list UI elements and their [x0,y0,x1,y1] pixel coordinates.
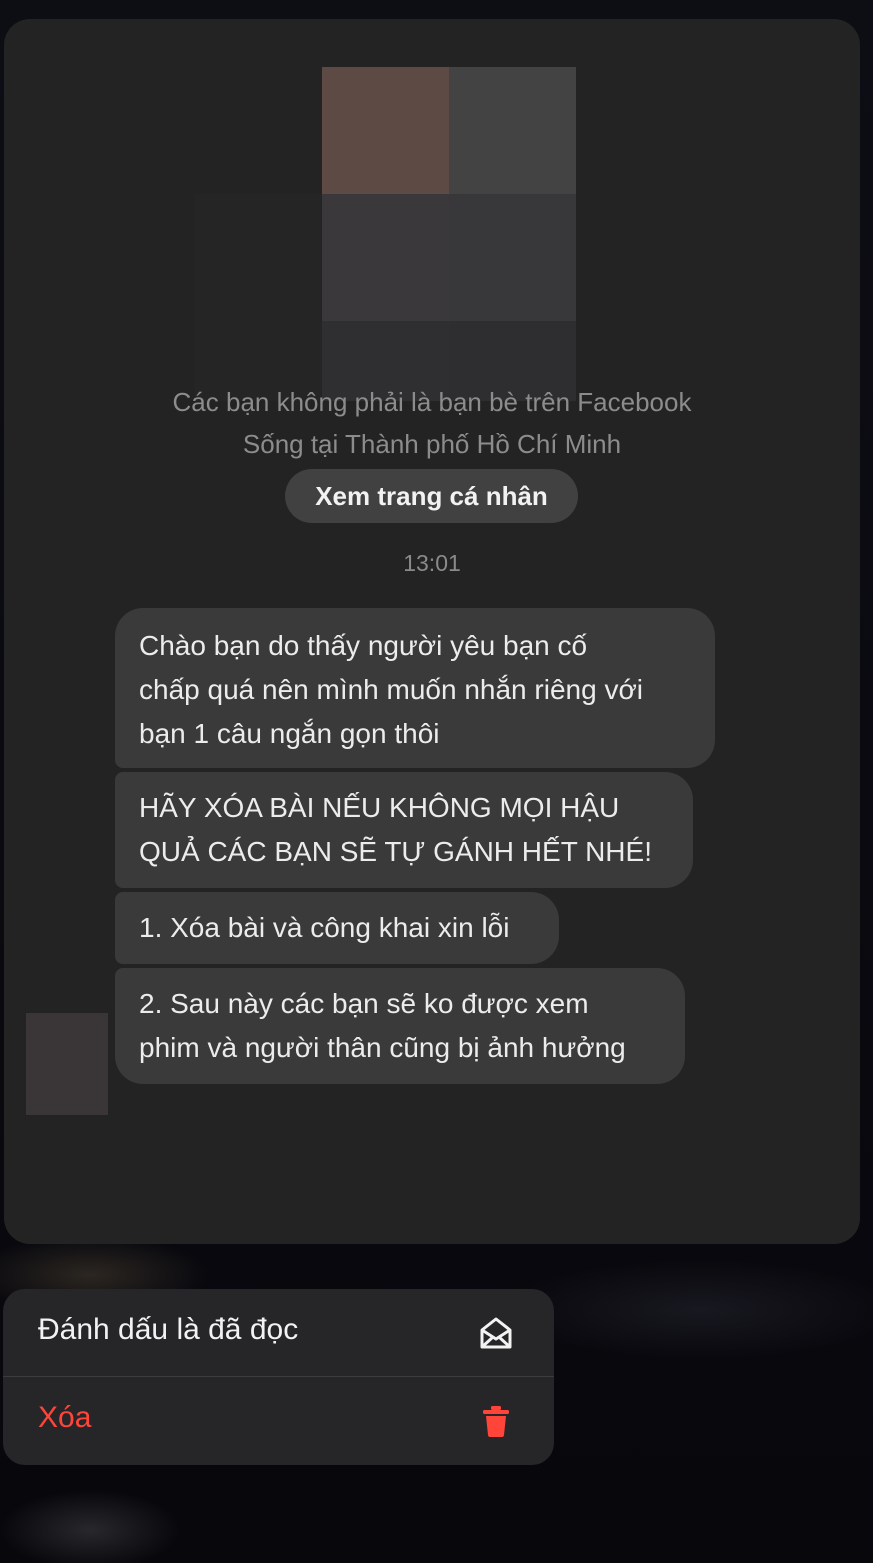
mark-as-read-label: Đánh dấu là đã đọc [38,1313,299,1346]
message-bubble[interactable]: HÃY XÓA BÀI NẾU KHÔNG MỌI HẬU QUẢ CÁC BẠ… [115,772,693,888]
view-profile-button[interactable]: Xem trang cá nhân [285,469,578,523]
delete-menu-item[interactable]: Xóa [3,1377,554,1465]
mark-as-read-menu-item[interactable]: Đánh dấu là đã đọc [3,1289,554,1377]
trash-icon [483,1406,509,1437]
message-line: chấp quá nên mình muốn nhắn riêng với [139,674,644,705]
conversation-preview: Các bạn không phải là bạn bè trên Facebo… [4,19,860,1244]
delete-label: Xóa [38,1401,92,1434]
envelope-open-icon [480,1317,512,1349]
message-line: 1. Xóa bài và công khai xin lỗi [139,912,510,943]
friendship-status-text: Các bạn không phải là bạn bè trên Facebo… [172,387,692,417]
message-line: HÃY XÓA BÀI NẾU KHÔNG MỌI HẬU [139,792,620,823]
location-text: Sống tại Thành phố Hồ Chí Minh [242,429,622,459]
message-line: phim và người thân cũng bị ảnh hưởng [139,1032,626,1063]
sender-avatar[interactable] [26,1013,108,1115]
profile-avatar-pixelated [194,67,576,401]
message-bubble[interactable]: Chào bạn do thấy người yêu bạn cố chấp q… [115,608,715,768]
message-line: bạn 1 câu ngắn gọn thôi [139,718,440,749]
message-line: QUẢ CÁC BẠN SẼ TỰ GÁNH HẾT NHÉ! [139,836,652,867]
message-bubble[interactable]: 1. Xóa bài và công khai xin lỗi [115,892,559,964]
message-timestamp: 13:01 [403,550,461,576]
message-line: 2. Sau này các bạn sẽ ko được xem [139,988,589,1019]
message-line: Chào bạn do thấy người yêu bạn cố [139,630,588,661]
message-bubble[interactable]: 2. Sau này các bạn sẽ ko được xem phim v… [115,968,685,1084]
context-menu: Đánh dấu là đã đọc Xóa [3,1289,554,1465]
